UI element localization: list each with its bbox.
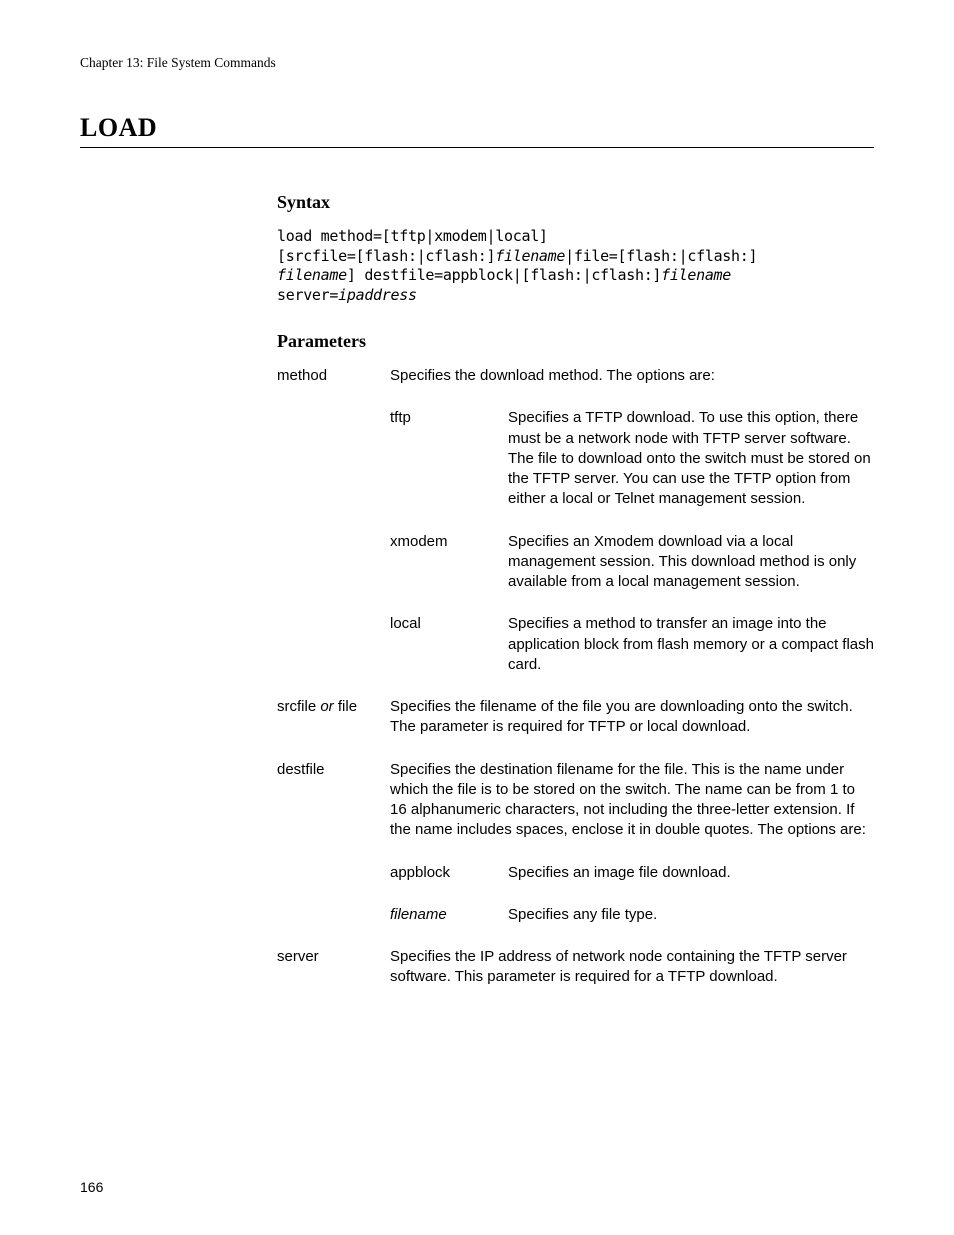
- param-name-server: server: [277, 947, 390, 967]
- sub-name-filename-text: filename: [390, 906, 447, 923]
- sub-row-tftp: tftp Specifies a TFTP download. To use t…: [390, 408, 874, 509]
- syntax-heading: Syntax: [277, 192, 874, 213]
- param-srcfile-b: file: [334, 698, 357, 715]
- sub-desc-filename: Specifies any file type.: [508, 905, 874, 925]
- sub-name-filename: filename: [390, 905, 508, 925]
- content-area: Syntax load method=[tftp|xmodem|local] […: [277, 192, 874, 988]
- syntax-ipaddress: ipaddress: [338, 286, 417, 304]
- sub-desc-xmodem: Specifies an Xmodem download via a local…: [508, 532, 874, 593]
- syntax-line-4a: server=: [277, 286, 338, 304]
- param-row-destfile: destfile Specifies the destination filen…: [277, 760, 874, 926]
- syntax-line-1: load method=[tftp|xmodem|local]: [277, 227, 548, 245]
- page-title: LOAD: [80, 113, 874, 148]
- param-srcfile-a: srcfile: [277, 698, 320, 715]
- param-desc-method: Specifies the download method. The optio…: [390, 366, 874, 675]
- page-number: 166: [80, 1179, 103, 1195]
- sub-desc-tftp: Specifies a TFTP download. To use this o…: [508, 408, 874, 509]
- sub-row-local: local Specifies a method to transfer an …: [390, 614, 874, 675]
- sub-desc-appblock: Specifies an image file download.: [508, 863, 874, 883]
- syntax-line-2c: |file=[flash:|cflash:]: [565, 247, 757, 265]
- param-desc-srcfile: Specifies the filename of the file you a…: [390, 697, 874, 738]
- sub-name-appblock: appblock: [390, 863, 508, 883]
- syntax-filename-2: filename: [277, 266, 347, 284]
- syntax-block: load method=[tftp|xmodem|local] [srcfile…: [277, 227, 874, 305]
- syntax-filename-1: filename: [495, 247, 565, 265]
- sub-name-xmodem: xmodem: [390, 532, 508, 552]
- sub-row-filename: filename Specifies any file type.: [390, 905, 874, 925]
- param-name-method: method: [277, 366, 390, 386]
- param-desc-destfile-text: Specifies the destination filename for t…: [390, 761, 866, 839]
- sub-desc-local: Specifies a method to transfer an image …: [508, 614, 874, 675]
- param-row-server: server Specifies the IP address of netwo…: [277, 947, 874, 988]
- param-row-srcfile: srcfile or file Specifies the filename o…: [277, 697, 874, 738]
- param-srcfile-or: or: [320, 698, 333, 715]
- param-desc-server: Specifies the IP address of network node…: [390, 947, 874, 988]
- param-desc-destfile: Specifies the destination filename for t…: [390, 760, 874, 926]
- param-name-srcfile: srcfile or file: [277, 697, 390, 717]
- chapter-header: Chapter 13: File System Commands: [80, 55, 874, 71]
- sub-name-local: local: [390, 614, 508, 634]
- parameters-heading: Parameters: [277, 331, 874, 352]
- sub-name-tftp: tftp: [390, 408, 508, 428]
- parameters-table: method Specifies the download method. Th…: [277, 366, 874, 988]
- syntax-line-2a: [srcfile=[flash:|cflash:]: [277, 247, 495, 265]
- syntax-filename-3: filename: [661, 266, 731, 284]
- param-name-destfile: destfile: [277, 760, 390, 780]
- sub-row-appblock: appblock Specifies an image file downloa…: [390, 863, 874, 883]
- sub-row-xmodem: xmodem Specifies an Xmodem download via …: [390, 532, 874, 593]
- param-row-method: method Specifies the download method. Th…: [277, 366, 874, 675]
- param-desc-method-text: Specifies the download method. The optio…: [390, 367, 715, 384]
- syntax-line-3b: ] destfile=appblock|[flash:|cflash:]: [347, 266, 661, 284]
